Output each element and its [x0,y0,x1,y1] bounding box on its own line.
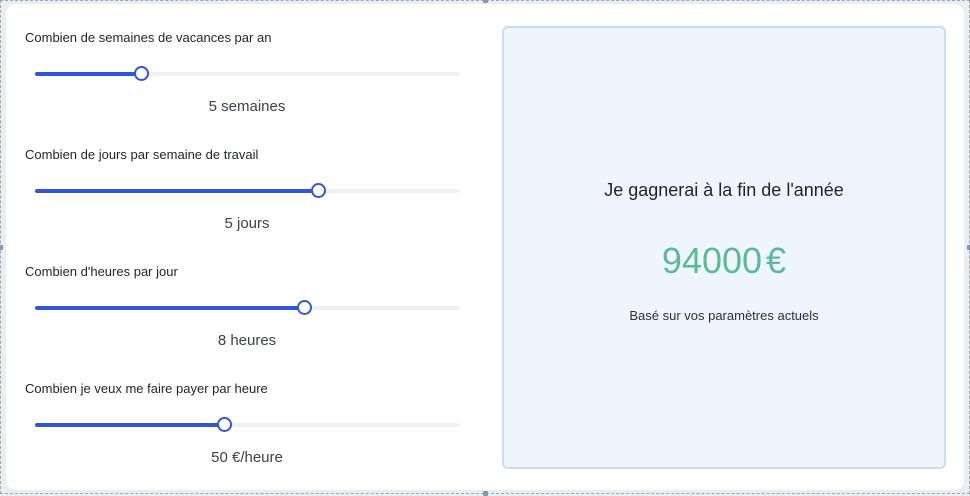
resize-handle-left[interactable] [0,245,3,250]
slider-value: 8 heures [217,332,277,349]
result-title: Je gagnerai à la fin de l'année [604,180,844,200]
slider-group-vacation-weeks: Combien de semaines de vacances par an 5… [25,4,465,121]
slider-fill [35,189,318,193]
amount-value: 94000 [661,240,763,281]
slider-label: Combien d'heures par jour [25,264,178,279]
slider-fill [35,306,305,310]
resize-handle-top[interactable] [483,0,488,3]
slider-thumb[interactable] [216,417,232,432]
slider-label: Combien de jours par semaine de travail [25,147,259,162]
currency-symbol: € [766,240,787,281]
hourly-rate-slider[interactable] [35,417,460,432]
slider-label: Combien je veux me faire payer par heure [25,381,268,396]
slider-thumb[interactable] [310,183,326,198]
hours-per-day-slider[interactable] [35,300,460,315]
sliders-panel: Combien de semaines de vacances par an 5… [6,4,486,490]
vacation-weeks-slider[interactable] [35,66,460,81]
slider-group-hours-per-day: Combien d'heures par jour 8 heures [25,238,465,355]
slider-value: 5 semaines [208,98,286,115]
slider-value: 5 jours [224,215,270,232]
days-per-week-slider[interactable] [35,183,460,198]
result-note: Basé sur vos paramètres actuels [629,308,819,323]
result-amount: 94000 € [504,240,944,282]
slider-fill [35,423,224,427]
slider-value: 50 €/heure [211,449,283,466]
slider-thumb[interactable] [297,300,313,315]
slider-fill [35,72,141,76]
slider-group-hourly-rate: Combien je veux me faire payer par heure… [25,355,465,472]
slider-thumb[interactable] [133,66,149,81]
slider-label: Combien de semaines de vacances par an [25,30,272,45]
result-panel: Je gagnerai à la fin de l'année 94000 € B… [502,26,946,469]
slider-group-days-per-week: Combien de jours par semaine de travail … [25,121,465,238]
calculator-card: Combien de semaines de vacances par an 5… [6,4,964,490]
